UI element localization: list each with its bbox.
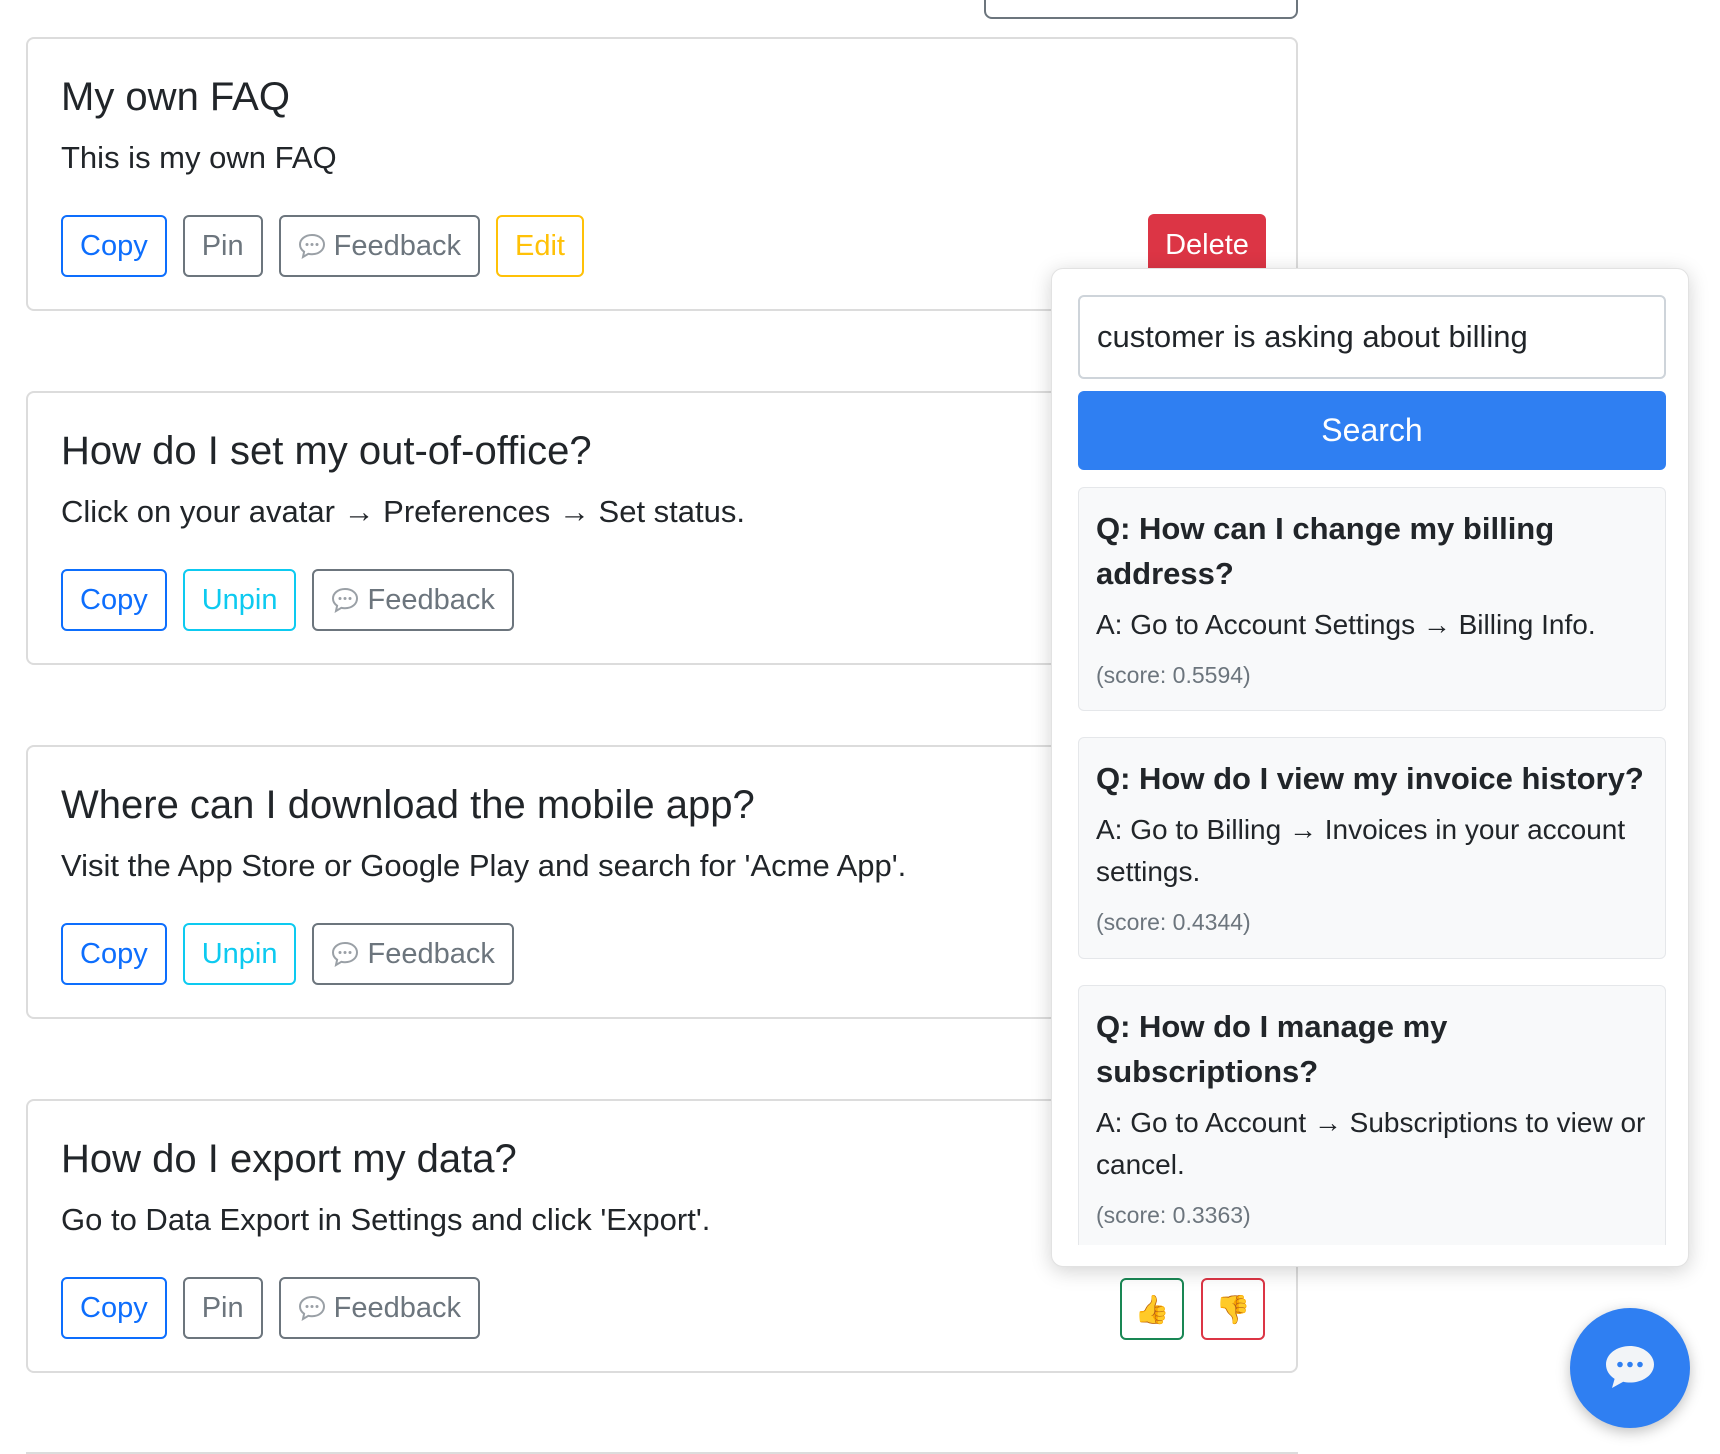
faq-card-answer: This is my own FAQ [61,140,337,175]
feedback-button[interactable]: Feedback [278,215,480,277]
search-results[interactable]: Q: How can I change my billing address? … [1078,487,1666,1245]
faq-card-title: Where can I download the mobile app? [61,783,755,827]
feedback-label: Feedback [367,938,495,970]
copy-button[interactable]: Copy [61,1277,167,1339]
result-score: (score: 0.5594) [1096,662,1251,688]
copy-button[interactable]: Copy [61,569,167,631]
speech-bubble-icon [331,587,359,613]
speech-bubble-icon [298,233,326,259]
faq-card-actions: Copy Pin Feedback Edit [61,215,584,277]
feedback-button[interactable]: Feedback [312,569,514,631]
search-result-item[interactable]: Q: How do I view my invoice history? A: … [1078,737,1666,959]
result-question: Q: How do I manage my subscriptions? [1096,1009,1448,1089]
faq-card-actions: Copy Unpin Feedback [61,923,514,985]
search-result-item[interactable]: Q: How do I manage my subscriptions? A: … [1078,985,1666,1245]
pin-button[interactable]: Pin [182,1277,263,1339]
speech-bubble-icon [331,941,359,967]
faq-search-panel: Search Q: How can I change my billing ad… [1051,268,1689,1267]
faq-page: My own FAQ This is my own FAQ Copy Pin F… [0,0,1720,1454]
unpin-button[interactable]: Unpin [182,569,297,631]
faq-card-answer: Click on your avatar → Preferences → Set… [61,494,745,529]
thumbs-down-icon: 👎 [1215,1293,1251,1325]
copy-button[interactable]: Copy [61,215,167,277]
faq-card-actions: Copy Pin Feedback [61,1277,480,1339]
result-answer: A: Go to Account → Subscriptions to view… [1096,1107,1646,1180]
speech-bubble-icon [298,1295,326,1321]
search-button[interactable]: Search [1078,391,1666,470]
result-score: (score: 0.3363) [1096,1202,1251,1228]
pin-button[interactable]: Pin [182,215,263,277]
faq-card-answer: Visit the App Store or Google Play and s… [61,848,907,883]
faq-card-title: How do I export my data? [61,1137,517,1181]
feedback-label: Feedback [367,584,495,616]
faq-card-actions: Copy Unpin Feedback [61,569,514,631]
feedback-label: Feedback [333,230,461,262]
search-input[interactable] [1078,295,1666,379]
feedback-button[interactable]: Feedback [278,1277,480,1339]
faq-card-title: How do I set my out-of-office? [61,429,592,473]
result-score: (score: 0.4344) [1096,909,1251,935]
search-result-item[interactable]: Q: How can I change my billing address? … [1078,487,1666,711]
result-answer: A: Go to Account Settings → Billing Info… [1096,609,1596,640]
unpin-button[interactable]: Unpin [182,923,297,985]
chat-bubble-icon [1602,1343,1658,1394]
copy-button[interactable]: Copy [61,923,167,985]
thumbs-down-button[interactable]: 👎 [1201,1278,1265,1340]
result-question: Q: How do I view my invoice history? [1096,761,1644,796]
chat-toggle-button[interactable] [1570,1308,1690,1428]
thumbs-up-icon: 👍 [1134,1293,1170,1325]
result-answer: A: Go to Billing → Invoices in your acco… [1096,814,1626,887]
edit-button[interactable]: Edit [495,215,584,277]
top-partial-control[interactable] [984,0,1298,19]
feedback-label: Feedback [333,1292,461,1324]
feedback-button[interactable]: Feedback [312,923,514,985]
thumbs-up-button[interactable]: 👍 [1120,1278,1184,1340]
faq-card-title: My own FAQ [61,75,290,119]
delete-button[interactable]: Delete [1148,214,1266,276]
faq-card-answer: Go to Data Export in Settings and click … [61,1202,711,1237]
result-question: Q: How can I change my billing address? [1096,511,1555,591]
